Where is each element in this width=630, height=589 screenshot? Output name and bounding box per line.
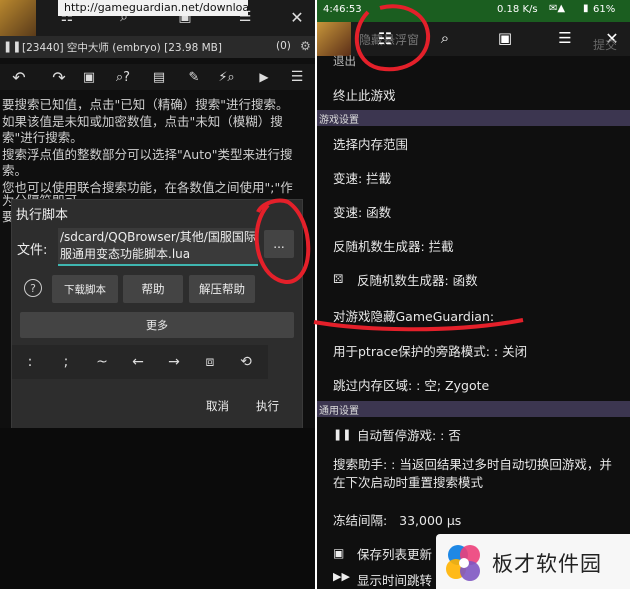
pause-icon: ❚❚ [333, 427, 352, 441]
menu-item-speed-func-label: 变速: 函数 [333, 204, 392, 220]
list-icon[interactable]: ☰ [555, 28, 575, 48]
watermark-badge: 板才软件园 [436, 534, 630, 589]
key-tilde[interactable]: ~ [84, 345, 120, 379]
search-icon[interactable]: ⌕ [435, 28, 455, 48]
status-bar: 4:46:53 0.18 K/s ✉▲ ▮ 61% [317, 0, 630, 22]
left-bottom-dark [0, 428, 315, 589]
menu-item-anti-rng-intercept[interactable]: 反随机数生成器: 拦截 [317, 228, 630, 262]
key-right-arrow[interactable]: → [156, 345, 192, 379]
select-all-icon[interactable]: ⧈ [192, 345, 228, 379]
menu-item-speed-intercept[interactable]: 变速: 拦截 [317, 160, 630, 194]
menu-item-stop-label: 终止此游戏 [333, 87, 396, 103]
dialog-title: 执行脚本 [16, 208, 69, 223]
menu-item-memory-range[interactable]: 选择内存范围 [317, 126, 630, 160]
more-button[interactable]: 更多 [20, 312, 294, 338]
search-help-icon[interactable]: ⌕? [114, 68, 132, 86]
menu-item-show-time-label: 显示时间跳转 [357, 573, 433, 588]
cog-icon[interactable]: ⚙ [300, 39, 311, 53]
menu-item-back[interactable]: 退出 [317, 52, 630, 70]
menu-item-freeze-interval[interactable]: 冻结间隔: 33,000 µs [317, 502, 630, 536]
status-time: 4:46:53 [323, 4, 362, 15]
delete-icon[interactable]: ▤ [150, 68, 168, 86]
menu-item-stop[interactable]: 终止此游戏 [317, 77, 630, 111]
save-icon[interactable]: ▣ [495, 28, 515, 48]
menu-item-auto-pause-label: 自动暂停游戏: : 否 [357, 427, 461, 443]
process-label: [23440] 空中大师 (embryo) [23.98 MB] [22, 42, 222, 54]
right-screenshot: 4:46:53 0.18 K/s ✉▲ ▮ 61% 隐藏悬浮窗 ☷ ⌕ ▣ ☰ … [317, 0, 630, 589]
left-top-bar: ☷ ⌕ ▣ ☰ ✕ http://gameguardian.net/downlo… [0, 0, 315, 36]
menu-item-hide-gg[interactable]: 对游戏隐藏GameGuardian: [317, 298, 630, 332]
menu-item-speed-intercept-label: 变速: 拦截 [333, 170, 392, 186]
save-list-icon: ▣ [333, 546, 345, 560]
help-line-2: 如果该值是未知或加密数值，点击"未知（模糊）搜 [2, 115, 283, 129]
menu-item-anti-rng-func-label: 反随机数生成器: 函数 [357, 272, 478, 288]
history-icon[interactable]: ⟲ [228, 345, 264, 379]
question-circle-icon[interactable]: ? [24, 279, 42, 297]
battery-level: 61% [593, 4, 616, 15]
menu-item-anti-rng-intercept-label: 反随机数生成器: 拦截 [333, 238, 454, 254]
save-small-icon[interactable]: ▣ [80, 68, 98, 86]
right-toolbar: 隐藏悬浮窗 ☷ ⌕ ▣ ☰ ✕ 提交 [317, 22, 630, 56]
left-screenshot: ☷ ⌕ ▣ ☰ ✕ http://gameguardian.net/downlo… [0, 0, 315, 589]
battery-icon: ▮ [583, 3, 589, 14]
menu-item-back-label: 退出 [333, 54, 356, 68]
signal-icon: ✉▲ [549, 3, 566, 14]
url-tooltip: http://gameguardian.net/download [58, 0, 248, 16]
menu-item-auto-pause[interactable]: ❚❚ 自动暂停游戏: : 否 [317, 417, 630, 451]
menu-item-freeze-interval-label: 冻结间隔: 33,000 µs [333, 512, 462, 528]
key-semicolon[interactable]: ; [48, 345, 84, 379]
tune-icon[interactable]: ☷ [375, 28, 395, 48]
help-button[interactable]: 帮助 [123, 275, 183, 303]
file-label: 文件: [17, 243, 48, 258]
file-path-text: /sdcard/QQBrowser/其他/国服国际服通用变态功能脚本.lua [60, 230, 256, 261]
process-count: (0) [276, 40, 291, 52]
file-path-input[interactable]: /sdcard/QQBrowser/其他/国服国际服通用变态功能脚本.lua [58, 228, 258, 266]
pause-icon[interactable]: ❚❚ [3, 40, 21, 53]
watermark-text: 板才软件园 [492, 552, 602, 576]
help-line-1: 要搜索已知值，点击"已知（精确）搜索"进行搜索。 [2, 98, 289, 112]
search-small-icon[interactable]: ⌕ [222, 68, 240, 86]
help-line-5: 索。 [2, 164, 28, 178]
watermark-logo-icon [446, 545, 480, 581]
menu-item-hide-gg-label: 对游戏隐藏GameGuardian: [333, 308, 495, 324]
execute-button[interactable]: 执行 [256, 398, 279, 414]
menu-item-search-helper[interactable]: 搜索助手: : 当返回结果过多时自动切换回游戏，并在下次启动时重置搜索模式 [317, 456, 630, 498]
browse-button[interactable]: ... [264, 230, 294, 258]
symbol-keyboard: : ; ~ ← → ⧈ ⟲ [12, 345, 268, 379]
decompress-help-button[interactable]: 解压帮助 [189, 275, 255, 303]
close-icon[interactable]: ✕ [288, 8, 306, 27]
submit-ghost-text: 提交 [593, 38, 618, 52]
menu-icon[interactable]: ☰ [288, 68, 306, 86]
menu-item-search-helper-label: 搜索助手: : 当返回结果过多时自动切换回游戏，并在下次启动时重置搜索模式 [333, 457, 612, 490]
help-line-3: 索"进行搜索。 [2, 131, 83, 145]
process-bar[interactable]: ❚❚ [23440] 空中大师 (embryo) [23.98 MB] (0) … [0, 36, 315, 58]
menu-item-ptrace[interactable]: 用于ptrace保护的旁路模式: : 关闭 [317, 333, 630, 367]
menu-item-memory-range-label: 选择内存范围 [333, 136, 409, 152]
help-line-4: 搜索浮点值的整数部分可以选择"Auto"类型来进行搜 [2, 148, 293, 162]
execute-script-dialog: 执行脚本 文件: /sdcard/QQBrowser/其他/国服国际服通用变态功… [12, 200, 302, 428]
dice-icon: ⚄ [333, 272, 344, 286]
menu-item-skip-memory-label: 跳过内存区域: : 空; Zygote [333, 377, 490, 393]
cancel-button[interactable]: 取消 [206, 398, 229, 414]
download-script-button[interactable]: 下载脚本 [52, 275, 118, 303]
game-avatar[interactable] [317, 22, 351, 56]
undo-icon[interactable]: ↶ [10, 68, 28, 87]
menu-item-ptrace-label: 用于ptrace保护的旁路模式: : 关闭 [333, 343, 528, 359]
menu-item-speed-func[interactable]: 变速: 函数 [317, 194, 630, 228]
network-speed: 0.18 K/s [497, 4, 538, 15]
menu-item-anti-rng-func[interactable]: ⚄ 反随机数生成器: 函数 [317, 262, 630, 296]
menu-item-skip-memory[interactable]: 跳过内存区域: : 空; Zygote [317, 367, 630, 401]
help-line-6: 您也可以使用联合搜索功能，在各数值之间使用";"作 [2, 181, 293, 195]
left-action-toolbar: ↶ ↷ ▣ ⌕? ▤ ✎ ⚡ ⌕ ▶ ☰ [0, 64, 315, 90]
section-game-settings: 游戏设置 [317, 110, 630, 126]
play-icon[interactable]: ▶ [255, 68, 273, 86]
menu-item-save-list-label: 保存列表更新 [357, 546, 433, 562]
section-general-settings: 通用设置 [317, 401, 630, 417]
edit-icon[interactable]: ✎ [185, 68, 203, 86]
key-left-arrow[interactable]: ← [120, 345, 156, 379]
fast-forward-icon: ▶▶ [333, 570, 350, 583]
redo-icon[interactable]: ↷ [50, 68, 68, 87]
key-colon[interactable]: : [12, 345, 48, 379]
game-avatar[interactable] [0, 0, 36, 36]
